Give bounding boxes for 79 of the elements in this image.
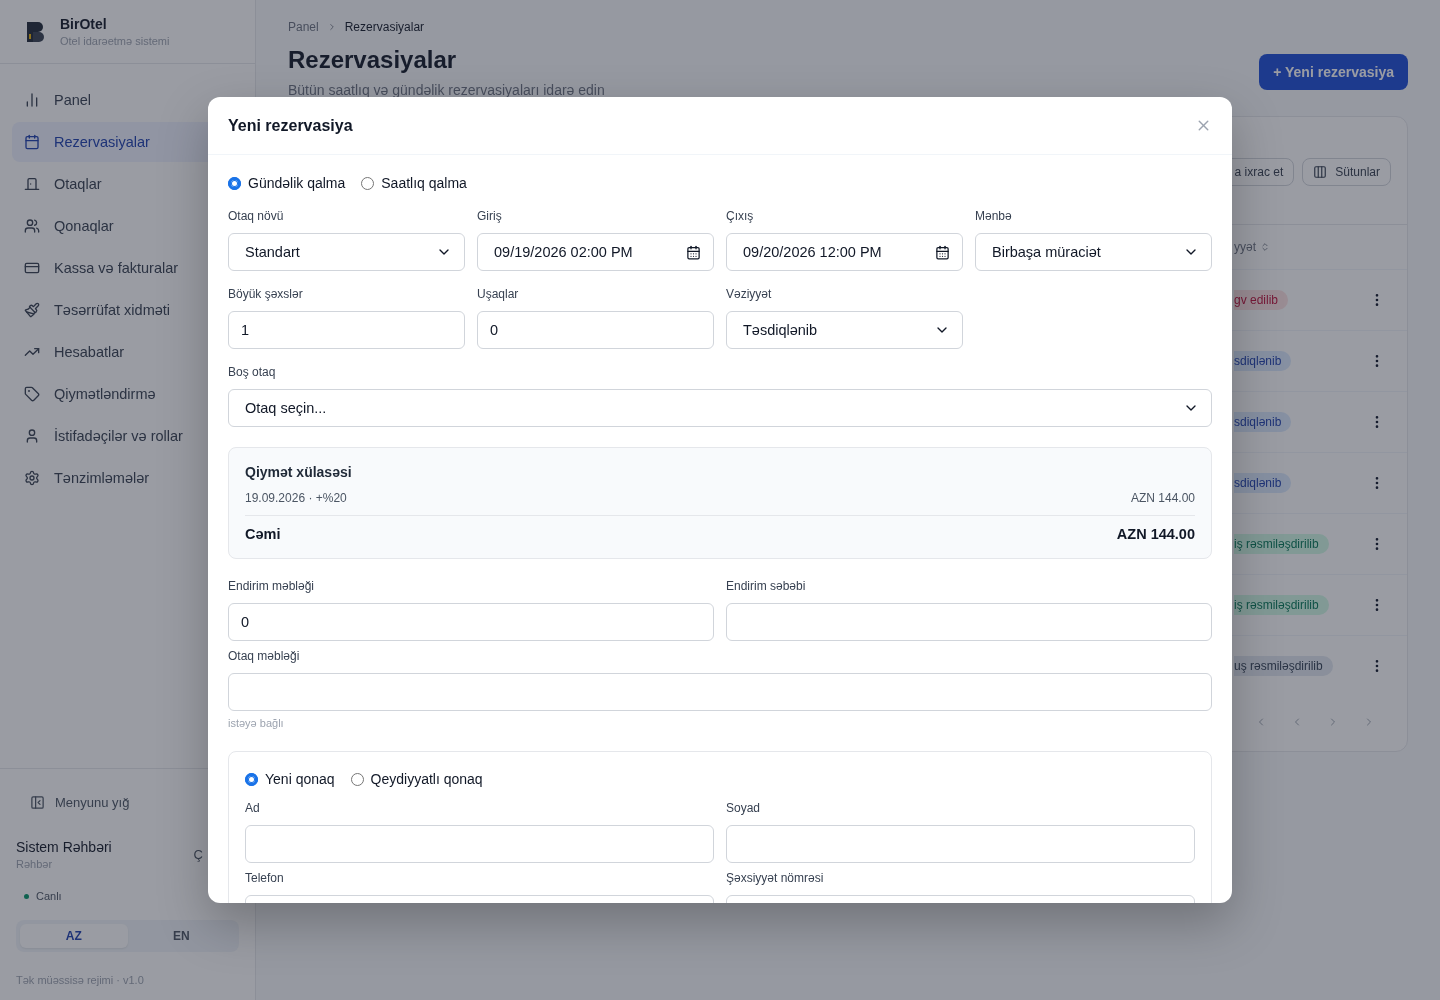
field-label: Otaq növü <box>228 209 285 222</box>
input-field[interactable] <box>726 825 1195 863</box>
field-label: Uşaqlar <box>477 287 520 300</box>
bar-chart-icon <box>24 92 40 108</box>
users-icon <box>24 218 40 234</box>
page-title: Rezervasiyalar <box>288 46 458 74</box>
door-icon <box>24 176 40 192</box>
total-value: AZN 144.00 <box>1116 526 1195 542</box>
summary-line-label: 19.09.2026 · +%20 <box>245 491 347 505</box>
calendar-icon <box>686 244 701 260</box>
columns-button[interactable]: Sütunlar <box>1302 158 1391 186</box>
user-name: Sistem Rəhbəri <box>16 839 112 855</box>
breadcrumb-link[interactable]: Panel <box>288 20 319 34</box>
radio-option[interactable]: Saatlıq qalma <box>361 175 467 191</box>
status-badge: gv edilib <box>1234 290 1289 310</box>
date-field[interactable]: 09/19/2026 02:00 PM <box>477 233 714 271</box>
field-label: Giriş <box>477 209 503 222</box>
field-label: Boş otaq <box>228 365 277 378</box>
sort-icon <box>1260 242 1270 252</box>
field-label: Endirim səbəbi <box>726 579 807 592</box>
status-badge: iş rəsmiləşdirilib <box>1234 534 1329 554</box>
status-badge: iş rəsmiləşdirilib <box>1234 595 1329 615</box>
radio-button[interactable] <box>350 772 364 786</box>
page-subtitle: Bütün saatlıq və gündəlik rezervasiyaları idarə edin <box>288 82 605 98</box>
input-field[interactable]: 0 <box>477 311 714 349</box>
logo-icon <box>24 19 46 44</box>
panel-icon <box>30 794 45 810</box>
input-field[interactable]: 1 <box>228 311 465 349</box>
date-field[interactable]: 09/20/2026 12:00 PM <box>726 233 963 271</box>
status-badge: sdiqlənib <box>1234 473 1292 493</box>
field-label: Soyad <box>726 801 762 814</box>
field-label: Ad <box>245 801 261 814</box>
tag-icon <box>24 386 40 402</box>
input-field[interactable] <box>228 673 1212 711</box>
brand-name: BirOtel <box>60 16 108 32</box>
field-label: Şəxsiyyət nömrəsi <box>726 871 825 884</box>
radio-option[interactable]: Qeydiyyatlı qonaq <box>350 771 483 787</box>
new-reservation-button[interactable]: + Yeni rezervasiya <box>1259 54 1408 90</box>
select-field[interactable]: Təsdiqlənib <box>726 311 963 349</box>
select-field[interactable]: Otaq seçin... <box>228 389 1212 427</box>
settings-icon <box>24 470 40 486</box>
status-badge: sdiqlənib <box>1234 412 1292 432</box>
status-badge: uş rəsmiləşdirilib <box>1234 656 1333 676</box>
collapse-menu-button[interactable]: Menyunu yığ <box>16 789 239 815</box>
input-field[interactable] <box>245 825 714 863</box>
calendar-icon <box>24 134 40 150</box>
radio-option[interactable]: Yeni qonaq <box>245 771 335 787</box>
radio-button[interactable] <box>361 176 375 190</box>
input-field[interactable] <box>726 603 1212 641</box>
radio-button[interactable] <box>245 772 258 786</box>
field-label: Otaq məbləği <box>228 649 301 662</box>
status-badge: sdiqlənib <box>1234 351 1292 371</box>
field-label: Endirim məbləği <box>228 579 316 592</box>
summary-line-value: AZN 144.00 <box>1130 491 1195 505</box>
select-field[interactable]: Birbaşa müraciət <box>975 233 1212 271</box>
brush-icon <box>24 302 40 318</box>
column-header[interactable]: yyət <box>1234 240 1256 254</box>
select-field[interactable]: Standart <box>228 233 465 271</box>
language-button[interactable]: AZ <box>20 924 128 948</box>
breadcrumb-link[interactable]: Rezervasiyalar <box>344 20 425 34</box>
field-hint: istəyə bağlı <box>228 717 285 729</box>
field-label: Telefon <box>245 871 285 884</box>
user-icon <box>24 428 40 444</box>
sidebar-item[interactable]: Tənzimləmələr <box>12 458 243 498</box>
field-label: Mənbə <box>975 209 1013 222</box>
card-icon <box>24 260 40 276</box>
field-label: Böyük şəxslər <box>228 287 304 300</box>
field-label: Çıxış <box>726 209 755 222</box>
logout-link[interactable]: Ç <box>193 847 203 870</box>
radio-button[interactable] <box>228 176 241 190</box>
total-label: Cəmi <box>245 526 281 542</box>
summary-title: Qiymət xülasəsi <box>245 464 353 480</box>
status-dot <box>24 893 29 899</box>
field-label: Vəziyyət <box>726 287 773 300</box>
status-label: Canlı <box>36 890 62 902</box>
language-button[interactable]: EN <box>127 924 235 948</box>
calendar-icon <box>935 244 950 260</box>
columns-icon <box>1313 165 1328 179</box>
input-field[interactable]: 0 <box>228 603 714 641</box>
